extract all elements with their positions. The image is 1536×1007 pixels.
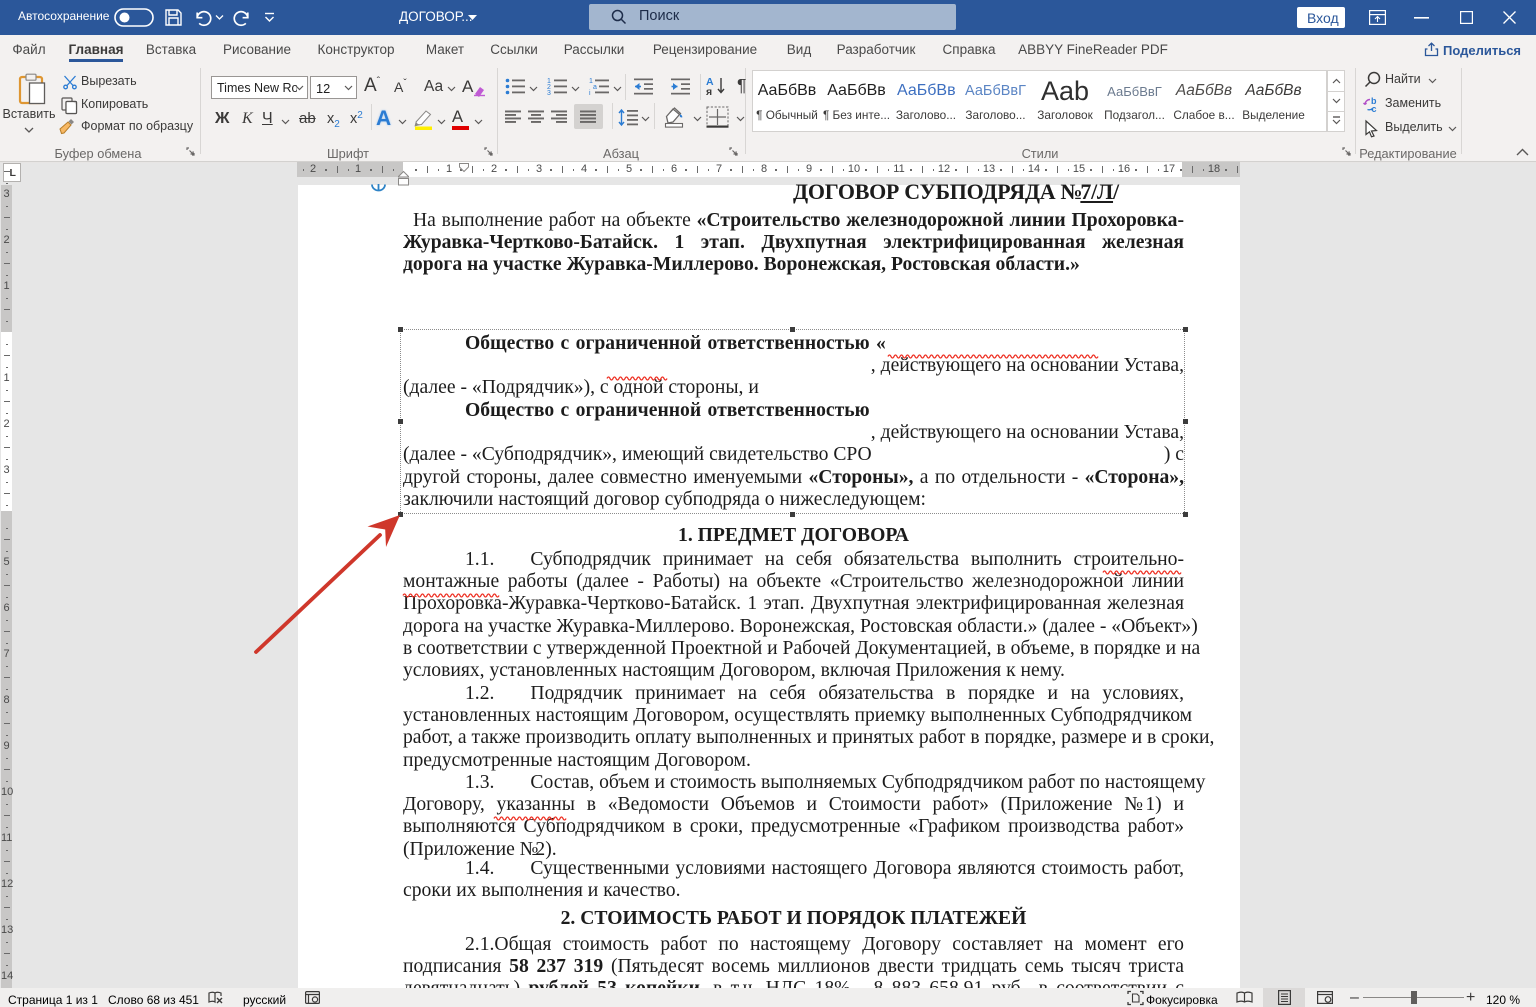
svg-text:я: я [706, 86, 712, 98]
svg-text:a: a [593, 84, 597, 91]
svg-text:3: 3 [547, 90, 551, 97]
